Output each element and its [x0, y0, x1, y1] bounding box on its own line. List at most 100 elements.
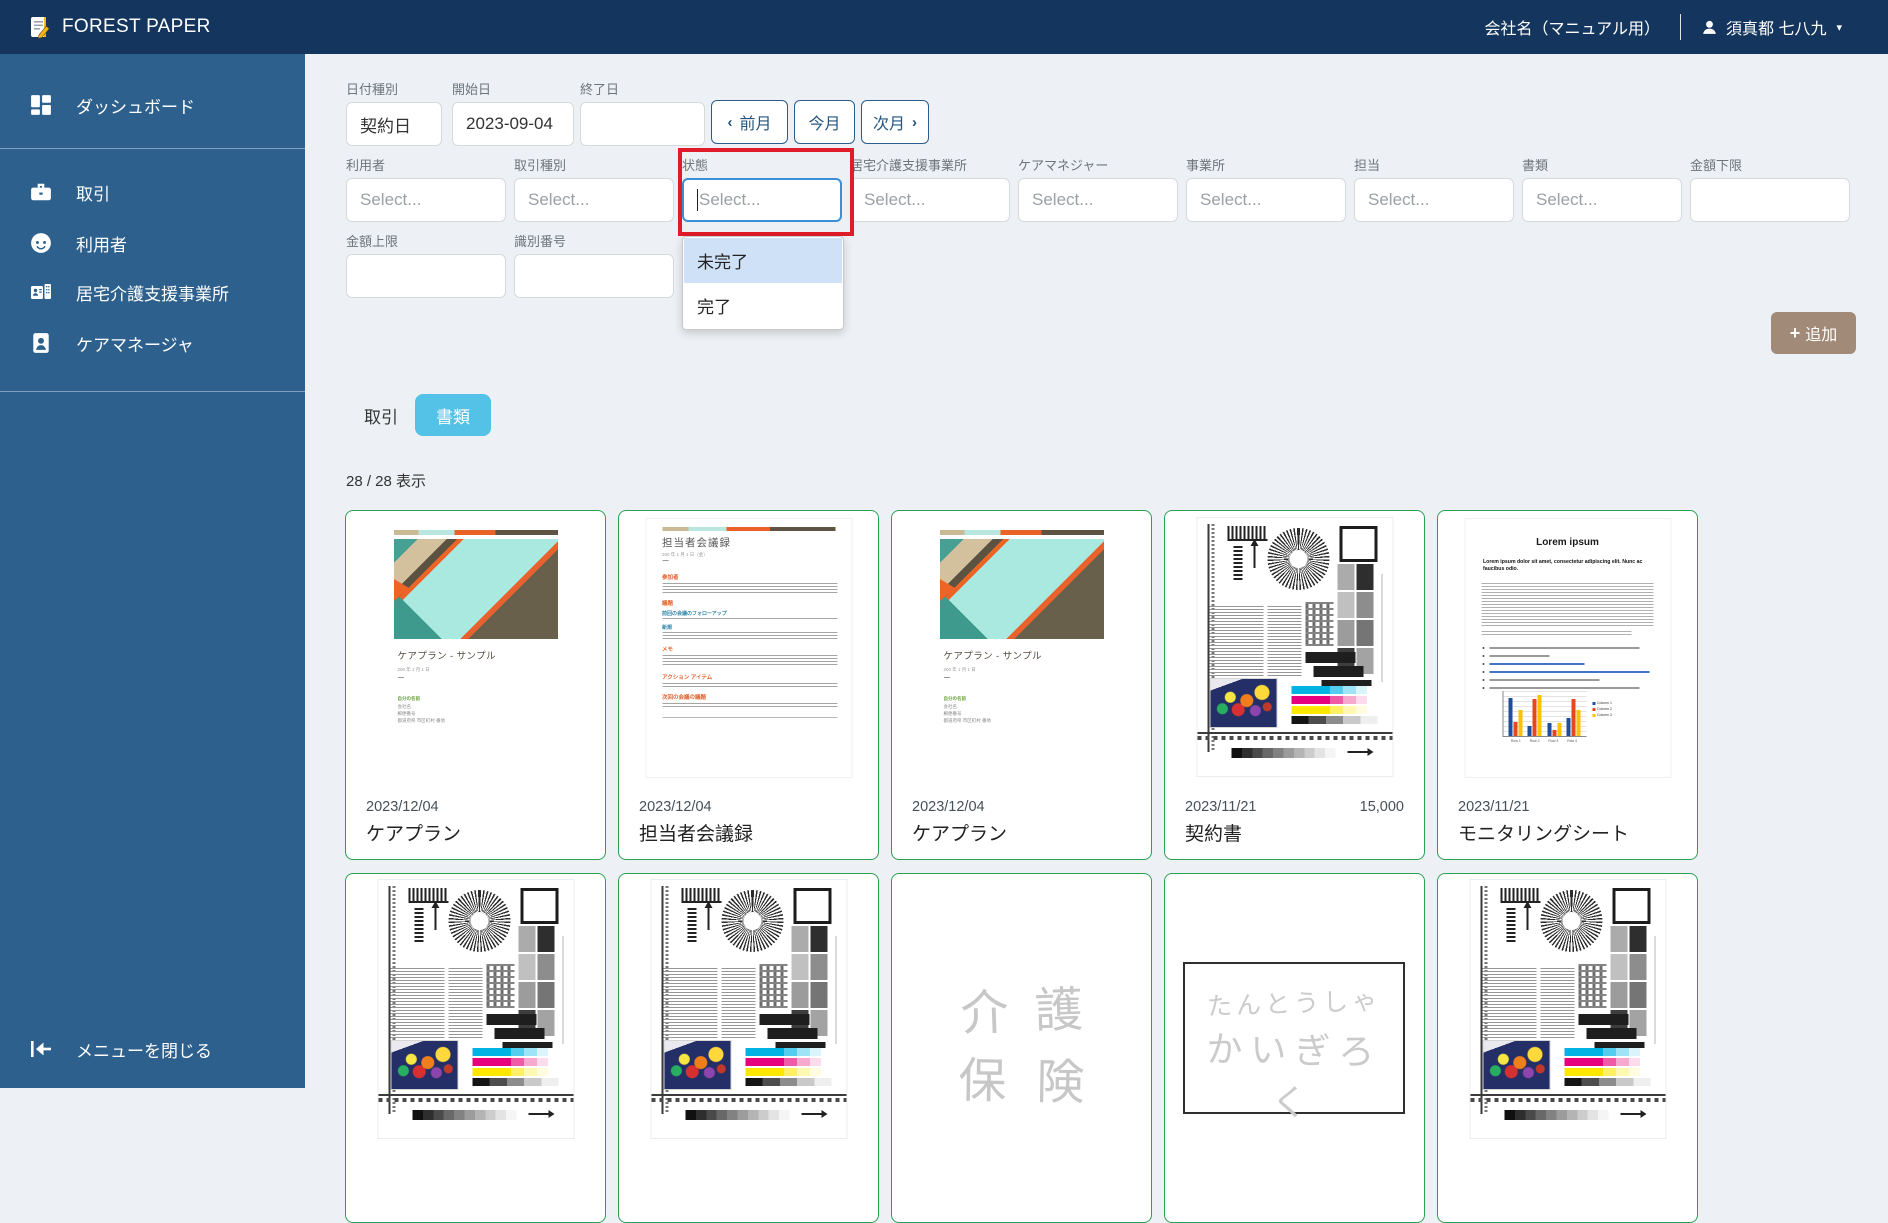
- id-number-input[interactable]: [514, 254, 674, 298]
- mini-chart-x-labels: Row 1 Row 2 Row 3 Row 4: [1510, 739, 1578, 743]
- sidebar-item-transactions[interactable]: 取引: [0, 169, 305, 215]
- transaction-type-select[interactable]: Select...: [514, 178, 674, 222]
- filter-home-care-office: 居宅介護支援事業所 Select...: [850, 158, 1010, 222]
- card-date: 2023/12/04: [639, 799, 712, 815]
- document-card-sketch[interactable]: 介護 保険: [891, 873, 1152, 1223]
- plus-icon: +: [1789, 322, 1801, 343]
- sidebar-close-menu[interactable]: メニューを閉じる: [0, 1026, 305, 1072]
- card-title: ケアプラン: [912, 824, 1008, 845]
- sidebar-divider: [0, 148, 305, 149]
- sidebar-item-care-support-office[interactable]: 居宅介護支援事業所: [0, 269, 305, 315]
- filter-end-date: 終了日: [580, 82, 705, 146]
- document-card-careplan-2[interactable]: ケアプラン - サンプル 200 年 1 月 1 日 自分の名前 会社名 郵便番…: [891, 510, 1152, 860]
- app-title: FOREST PAPER: [62, 16, 211, 37]
- face-icon: [31, 233, 51, 253]
- document-card-minutes[interactable]: 担当者会議録 200 年 1 月 1 日（金） 参加者 議題 前回の会議のフォロ…: [618, 510, 879, 860]
- badge-icon: [33, 333, 49, 353]
- prev-month-button[interactable]: ‹ 前月: [711, 100, 788, 144]
- sidebar-item-label: ケアマネージャ: [76, 335, 194, 355]
- card-date: 2023/12/04: [366, 799, 439, 815]
- document-thumbnail-testchart: [378, 880, 573, 1138]
- careplan-cover-art: [393, 539, 558, 639]
- document-card-contract[interactable]: 2023/11/21 15,000 契約書: [1164, 510, 1425, 860]
- filter-office: 事業所 Select...: [1186, 158, 1346, 222]
- chevron-left-icon: ‹: [727, 113, 733, 131]
- date-type-select[interactable]: 契約日: [346, 102, 442, 146]
- filter-user: 利用者 Select...: [346, 158, 506, 222]
- status-option-complete[interactable]: 完了: [684, 283, 842, 328]
- main-content: 日付種別 契約日 開始日 終了日 ‹ 前月 今月 次月 › 利用者 Select…: [305, 54, 1888, 1223]
- card-title: 担当者会議録: [639, 824, 754, 845]
- card-title: ケアプラン: [366, 824, 462, 845]
- siemens-star: [1267, 528, 1329, 590]
- filter-staff: 担当 Select...: [1354, 158, 1514, 222]
- amount-min-input[interactable]: [1690, 178, 1850, 222]
- document-select[interactable]: Select...: [1522, 178, 1682, 222]
- chevron-right-icon: ›: [912, 113, 917, 131]
- tab-transactions[interactable]: 取引: [353, 394, 409, 436]
- document-card[interactable]: [345, 873, 606, 1223]
- sidebar-item-label: 居宅介護支援事業所: [76, 284, 229, 304]
- office-select[interactable]: Select...: [1186, 178, 1346, 222]
- sidebar-item-users[interactable]: 利用者: [0, 220, 305, 266]
- document-thumbnail-testchart: [1470, 880, 1665, 1138]
- document-thumbnail: 担当者会議録 200 年 1 月 1 日（金） 参加者 議題 前回の会議のフォロ…: [646, 519, 851, 777]
- document-card-monitoring-sheet[interactable]: Lorem ipsum Lorem ipsum dolor sit amet, …: [1437, 510, 1698, 860]
- filter-date-type: 日付種別 契約日: [346, 82, 442, 146]
- card-date: 2023/12/04: [912, 799, 985, 815]
- document-thumbnail-testchart: [651, 880, 846, 1138]
- filter-document: 書類 Select...: [1522, 158, 1682, 222]
- status-select[interactable]: Select...: [682, 178, 842, 222]
- topbar: FOREST PAPER 会社名（マニュアル用） 須真都 七八九 ▾: [0, 0, 1888, 54]
- filter-amount-min: 金額下限: [1690, 158, 1850, 222]
- filter-start-date: 開始日: [452, 82, 574, 146]
- document-thumbnail: ケアプラン - サンプル 200 年 1 月 1 日 自分の名前 会社名 郵便番…: [393, 526, 558, 779]
- document-thumbnail-lorem: Lorem ipsum Lorem ipsum dolor sit amet, …: [1465, 519, 1670, 777]
- care-manager-select[interactable]: Select...: [1018, 178, 1178, 222]
- user-select[interactable]: Select...: [346, 178, 506, 222]
- next-month-button[interactable]: 次月 ›: [861, 100, 929, 144]
- memo-icon: [31, 17, 50, 39]
- card-title: 契約書: [1185, 824, 1243, 845]
- start-date-input[interactable]: [452, 102, 574, 146]
- filter-label: 開始日: [452, 82, 492, 97]
- end-date-input[interactable]: [580, 102, 705, 146]
- card-amount: 15,000: [1359, 799, 1404, 815]
- add-button[interactable]: + 追加: [1771, 312, 1856, 354]
- document-card[interactable]: [1437, 873, 1698, 1223]
- person-icon: [1703, 20, 1716, 34]
- date-type-value: 契約日: [360, 116, 411, 136]
- filter-amount-max: 金額上限: [346, 234, 506, 298]
- sidebar-close-label: メニューを閉じる: [76, 1041, 212, 1061]
- text-cursor: [697, 189, 698, 211]
- user-menu[interactable]: 須真都 七八九 ▾: [1701, 15, 1842, 39]
- document-thumbnail-testchart: [1197, 518, 1392, 776]
- sidebar-item-dashboard[interactable]: ダッシュボード: [0, 82, 305, 128]
- document-card[interactable]: [618, 873, 879, 1223]
- filter-label: 終了日: [580, 82, 620, 97]
- sidebar-item-label: 取引: [76, 184, 110, 204]
- tab-documents[interactable]: 書類: [415, 394, 491, 436]
- mini-bar-chart: [1502, 691, 1586, 737]
- filter-id-number: 識別番号: [514, 234, 674, 298]
- status-option-incomplete[interactable]: 未完了: [684, 238, 842, 283]
- company-name: 会社名（マニュアル用）: [1484, 21, 1661, 38]
- staff-select[interactable]: Select...: [1354, 178, 1514, 222]
- filter-care-manager: ケアマネジャー Select...: [1018, 158, 1178, 222]
- sidebar-item-care-manager[interactable]: ケアマネージャ: [0, 320, 305, 366]
- filter-label: 日付種別: [346, 82, 399, 97]
- home-care-office-select[interactable]: Select...: [850, 178, 1010, 222]
- sidebar-item-label: ダッシュボード: [76, 97, 195, 117]
- document-card-careplan-1[interactable]: ケアプラン - サンプル 200 年 1 月 1 日 自分の名前 会社名 郵便番…: [345, 510, 606, 860]
- sidebar: ダッシュボード 取引 利用者 居宅介護支援事業所 ケアマネージャ メニューを閉じ…: [0, 54, 305, 1088]
- dashboard-icon: [31, 95, 51, 115]
- this-month-button[interactable]: 今月: [794, 100, 855, 144]
- office-card-icon: [31, 284, 51, 299]
- document-card-sketch[interactable]: たんとうしゃ かいぎろく: [1164, 873, 1425, 1223]
- cmyk-bars: [1291, 686, 1377, 724]
- amount-max-input[interactable]: [346, 254, 506, 298]
- card-date: 2023/11/21: [1458, 799, 1530, 815]
- app-logo: FOREST PAPER: [28, 15, 211, 39]
- mini-chart-legend: Column 1 Column 2 Column 3: [1592, 699, 1612, 717]
- sidebar-divider: [0, 391, 305, 392]
